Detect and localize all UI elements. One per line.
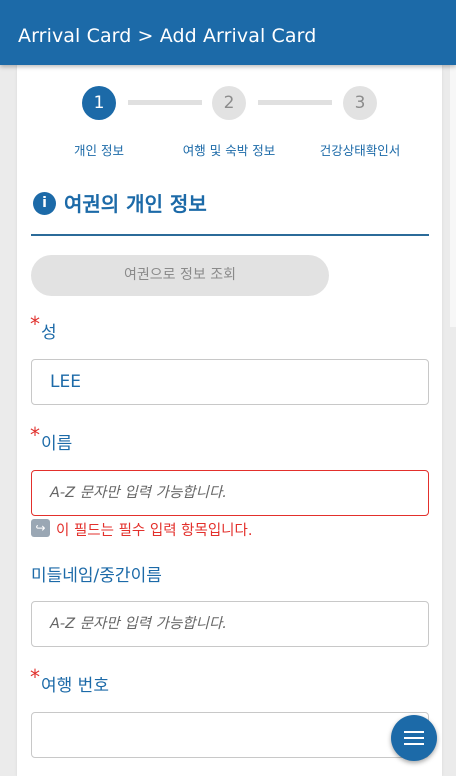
step-3-label: 건강상태확인서	[319, 143, 401, 158]
menu-icon-bar	[404, 743, 424, 745]
given-name-label: 이름	[41, 434, 73, 454]
scrollbar-track[interactable]	[450, 65, 456, 327]
given-name-error: 이 필드는 필수 입력 항목입니다.	[56, 523, 253, 539]
form-card	[17, 65, 442, 776]
return-arrow-icon: ↪	[31, 519, 50, 537]
step-connector-1	[128, 100, 202, 105]
step-connector-2	[258, 100, 332, 105]
required-marker: *	[30, 423, 40, 447]
given-name-placeholder: A-Z 문자만 입력 가능합니다.	[50, 485, 227, 501]
given-name-input[interactable]: A-Z 문자만 입력 가능합니다.	[31, 470, 429, 516]
surname-input[interactable]: LEE	[31, 359, 429, 405]
section-divider	[31, 234, 429, 236]
surname-label: 성	[41, 323, 57, 343]
step-1-circle[interactable]: 1	[82, 86, 116, 120]
required-marker: *	[30, 665, 40, 689]
surname-value: LEE	[50, 372, 81, 392]
menu-icon	[404, 731, 424, 733]
breadcrumb-title: Arrival Card > Add Arrival Card	[18, 25, 317, 47]
trip-number-input[interactable]	[31, 712, 429, 758]
required-marker: *	[30, 312, 40, 336]
info-icon: i	[33, 192, 56, 215]
passport-lookup-button[interactable]: 여권으로 정보 조회	[31, 255, 329, 296]
trip-number-label: 여행 번호	[41, 676, 109, 696]
app-header: Arrival Card > Add Arrival Card	[0, 0, 456, 65]
middle-name-input[interactable]: A-Z 문자만 입력 가능합니다.	[31, 601, 429, 647]
middle-name-label: 미들네임/중간이름	[31, 566, 162, 586]
middle-name-placeholder: A-Z 문자만 입력 가능합니다.	[50, 616, 227, 632]
menu-icon-bar	[404, 737, 424, 739]
menu-fab-button[interactable]	[391, 715, 437, 761]
step-3-circle[interactable]: 3	[343, 86, 377, 120]
step-2-label: 여행 및 숙박 정보	[182, 143, 276, 158]
step-1-label: 개인 정보	[74, 143, 124, 158]
section-title: 여권의 개인 정보	[64, 192, 207, 216]
step-2-circle[interactable]: 2	[212, 86, 246, 120]
